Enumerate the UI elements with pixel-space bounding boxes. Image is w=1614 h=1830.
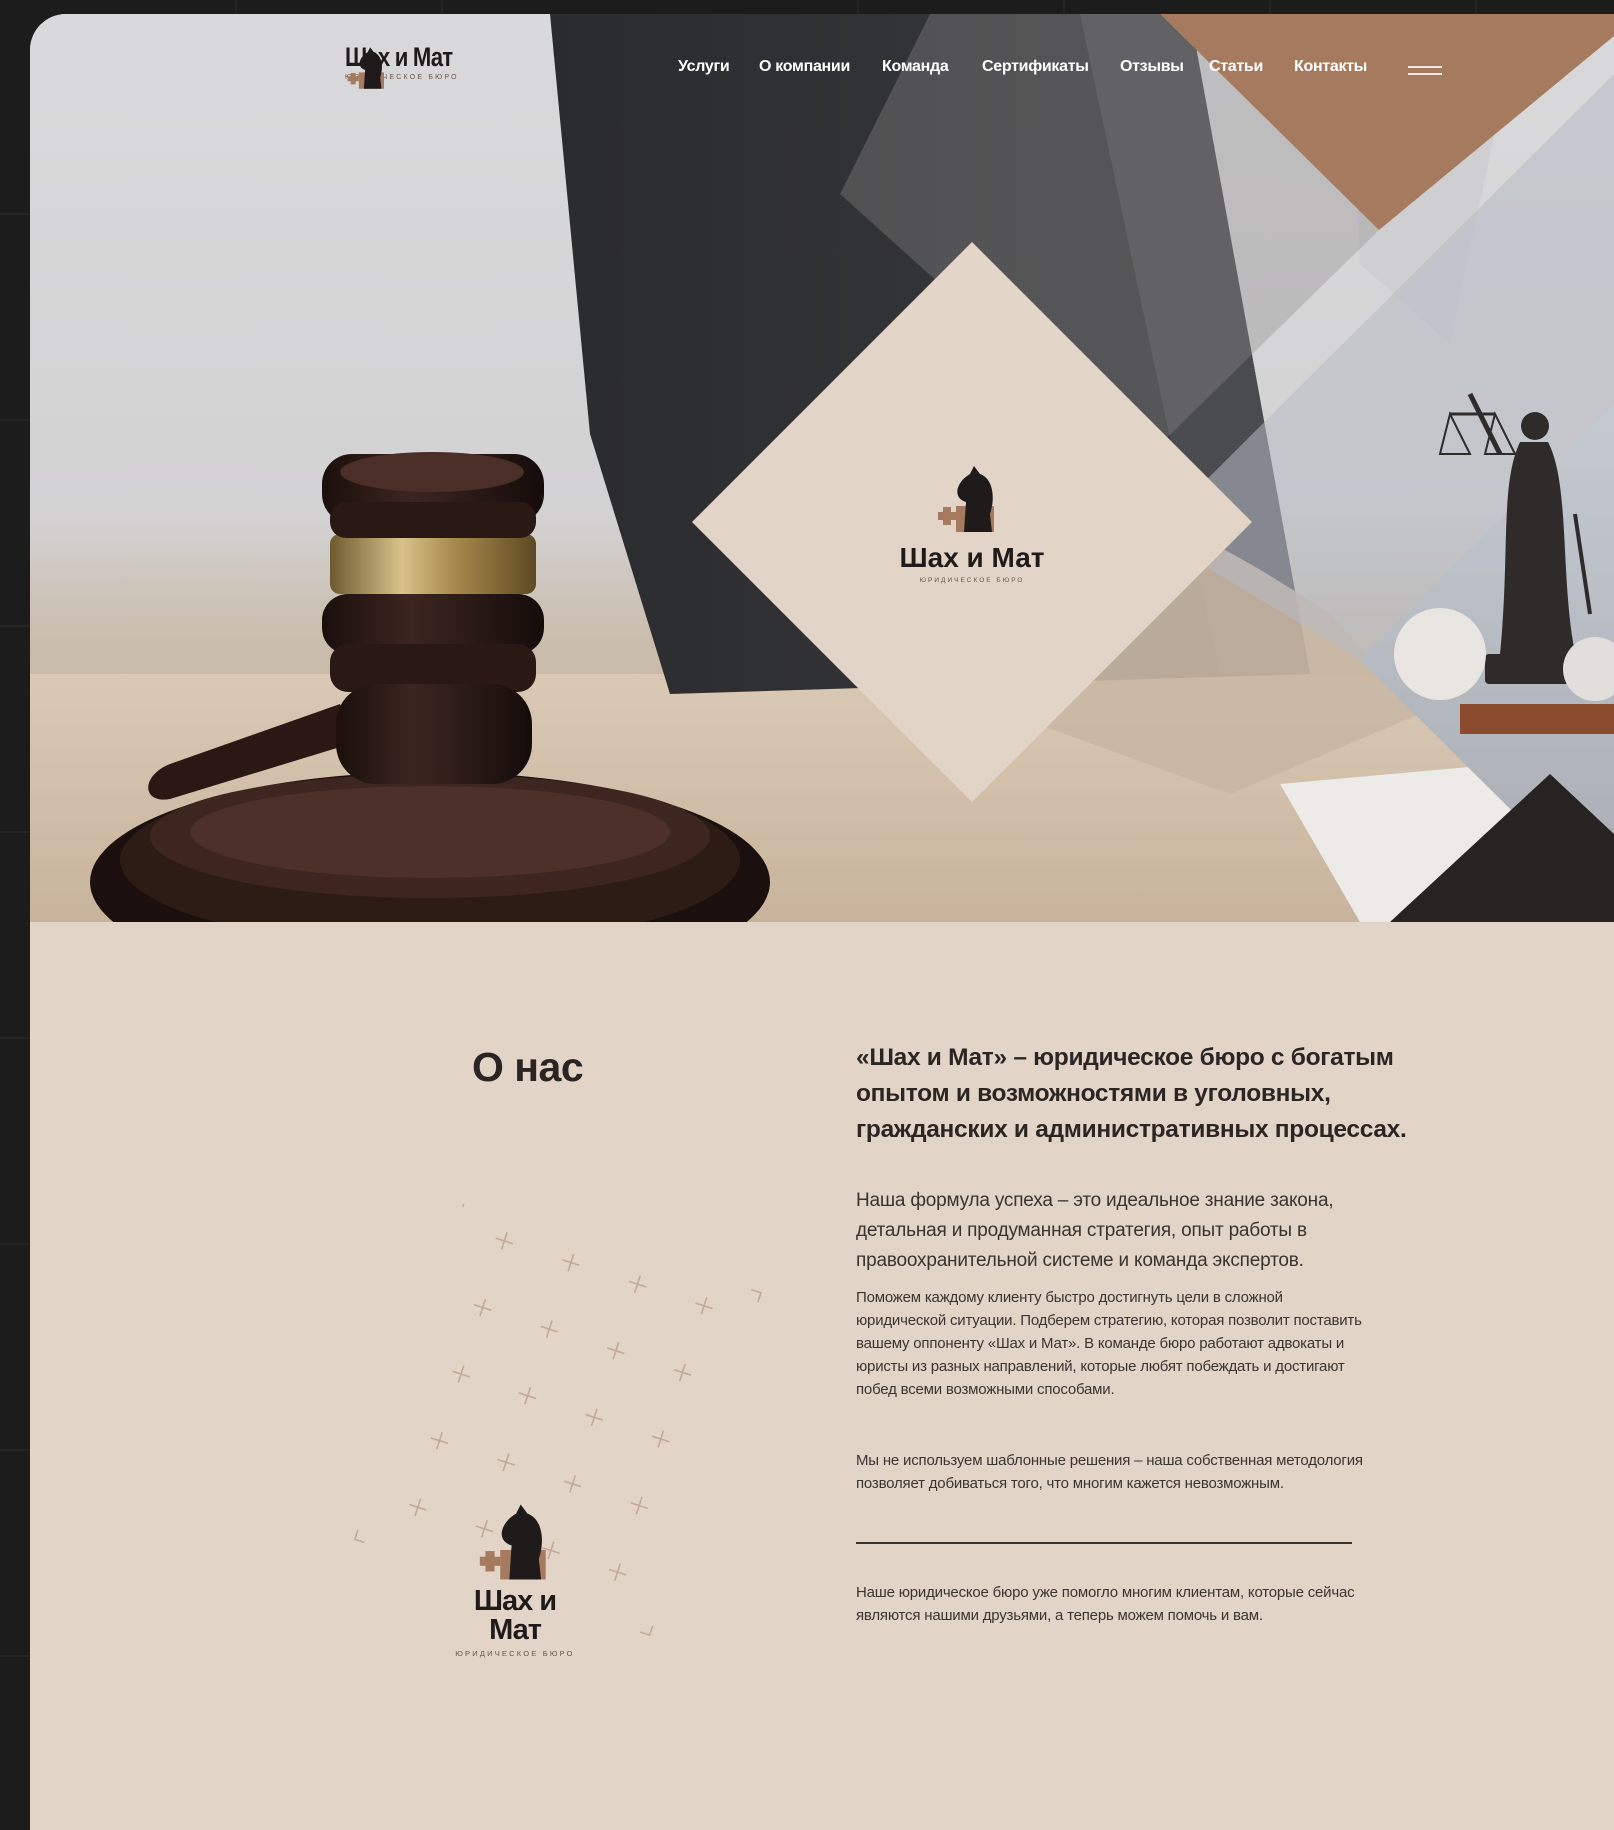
nav-item-reviews[interactable]: Отзывы bbox=[1120, 58, 1184, 76]
diamond-logo-tagline: ЮРИДИЧЕСКОЕ БЮРО bbox=[919, 577, 1024, 584]
about-logo: Шах и Мат ЮРИДИЧЕСКОЕ БЮРО bbox=[445, 1500, 585, 1658]
nav-item-contacts[interactable]: Контакты bbox=[1294, 58, 1367, 76]
about-logo-name: Шах и Мат bbox=[473, 1585, 557, 1646]
about-paragraph-1: Наша формула успеха – это идеальное знан… bbox=[856, 1190, 1334, 1271]
hero-artwork: Шах и Мат ЮРИДИЧЕСКОЕ БЮРО bbox=[30, 14, 1614, 922]
nav-item-team[interactable]: Команда bbox=[882, 58, 949, 76]
nav-item-articles[interactable]: Статьи bbox=[1209, 58, 1263, 76]
nav-item-about[interactable]: О компании bbox=[759, 58, 850, 76]
about-title: О нас bbox=[472, 1044, 584, 1090]
divider bbox=[856, 1542, 1352, 1544]
hero-section: Шах и Мат ЮРИДИЧЕСКОЕ БЮРО Шах и Мат ЮРИ… bbox=[30, 14, 1614, 922]
about-logo-tagline: ЮРИДИЧЕСКОЕ БЮРО bbox=[455, 1649, 575, 1658]
hamburger-menu-icon[interactable] bbox=[1408, 63, 1442, 79]
knight-chess-icon bbox=[479, 1504, 546, 1580]
about-lead-text: «Шах и Мат» – юридическое бюро с богатым… bbox=[856, 1044, 1407, 1143]
about-paragraph-4: Наше юридическое бюро уже помогло многим… bbox=[856, 1584, 1355, 1624]
main-nav: Услуги О компании Команда Сертификаты От… bbox=[30, 58, 1614, 82]
landing-page: Шах и Мат ЮРИДИЧЕСКОЕ БЮРО Шах и Мат ЮРИ… bbox=[30, 14, 1614, 1830]
diamond-logo-text: Шах и Мат bbox=[899, 542, 1044, 573]
nav-item-certificates[interactable]: Сертификаты bbox=[982, 58, 1089, 76]
nav-item-services[interactable]: Услуги bbox=[678, 58, 730, 76]
about-paragraph-2: Поможем каждому клиенту быстро достигнут… bbox=[856, 1289, 1362, 1398]
about-paragraph-3: Мы не используем шаблонные решения – наш… bbox=[856, 1452, 1363, 1492]
